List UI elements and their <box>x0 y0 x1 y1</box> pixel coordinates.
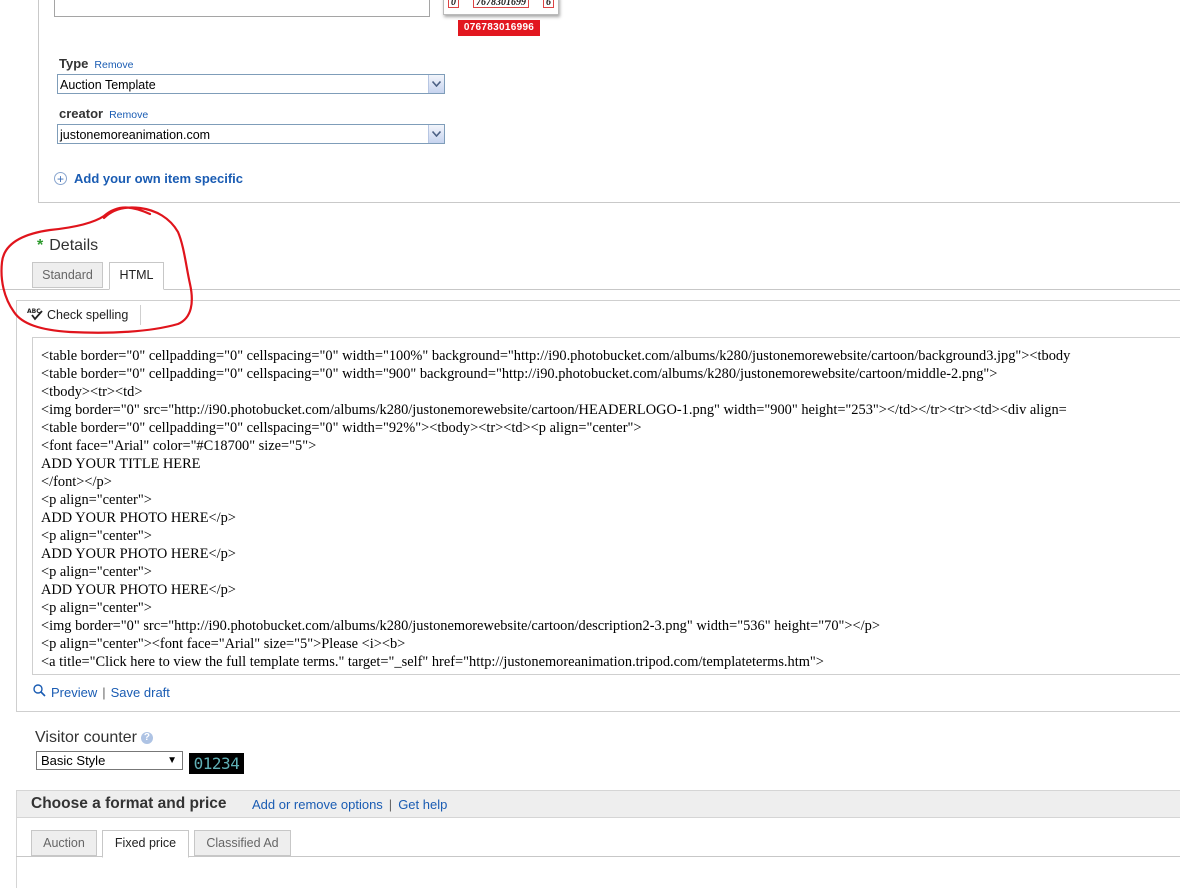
chevron-down-icon[interactable] <box>428 125 444 143</box>
code-line: <a title="Click here to view the full te… <box>41 654 824 670</box>
code-line: <p align="center"> <box>41 600 152 616</box>
plus-circle-icon: + <box>54 172 67 185</box>
barcode-image: 0 7678301699 6 <box>443 0 559 15</box>
code-line: </font></p> <box>41 474 112 490</box>
code-line: <p align="center"> <box>41 492 152 508</box>
creator-label-text: creator <box>59 106 104 121</box>
creator-field-label: creator Remove <box>59 106 148 121</box>
barcode-digits: 0 7678301699 6 <box>448 0 554 8</box>
type-remove-link[interactable]: Remove <box>94 59 133 71</box>
visitor-counter-label: Visitor counter <box>35 729 137 746</box>
annotation-circle <box>0 206 193 334</box>
type-field-label: Type Remove <box>59 56 134 71</box>
code-line: <table border="0" cellpadding="0" cellsp… <box>41 366 998 382</box>
dropdown-arrow-icon: ▼ <box>167 755 177 766</box>
separator: | <box>388 797 393 812</box>
creator-select-value: justonemoreanimation.com <box>60 128 211 142</box>
creator-select[interactable]: justonemoreanimation.com <box>57 124 445 144</box>
question-icon[interactable]: ? <box>140 732 153 744</box>
barcode-digit-middle: 7678301699 <box>473 0 529 8</box>
code-line: ADD YOUR PHOTO HERE</p> <box>41 582 236 598</box>
add-remove-options-link[interactable]: Add or remove options <box>252 797 383 812</box>
type-label-text: Type <box>59 56 89 71</box>
code-line: ADD YOUR PHOTO HERE</p> <box>41 546 236 562</box>
code-line: <table border="0" cellpadding="0" cellsp… <box>41 420 642 436</box>
code-line: <img border="0" src="http://i90.photobuc… <box>41 402 1067 418</box>
add-item-specific-link[interactable]: + Add your own item specific <box>54 171 243 186</box>
type-select-value: Auction Template <box>60 78 156 92</box>
visitor-counter-preview: 01234 <box>189 753 244 774</box>
format-section-body <box>16 818 1180 888</box>
save-draft-link[interactable]: Save draft <box>111 685 170 700</box>
creator-remove-link[interactable]: Remove <box>109 109 148 121</box>
add-item-specific-label: Add your own item specific <box>74 171 244 186</box>
format-section-title: Choose a format and price <box>31 795 227 812</box>
code-line: ADD YOUR PHOTO HERE</p> <box>41 510 236 526</box>
type-select[interactable]: Auction Template <box>57 74 445 94</box>
code-line: <table border="0" cellpadding="0" cellsp… <box>41 348 1071 364</box>
get-help-link[interactable]: Get help <box>398 797 447 812</box>
format-tab-baseline <box>16 856 1180 857</box>
chevron-down-icon[interactable] <box>428 75 444 93</box>
barcode-digit-first: 0 <box>448 0 459 8</box>
code-line: <img border="0" src="http://i90.photobuc… <box>41 618 880 634</box>
visitor-counter-value: Basic Style <box>41 753 106 768</box>
code-line: <p align="center"> <box>41 528 152 544</box>
code-line: ADD YOUR TITLE HERE <box>41 456 201 472</box>
separator: | <box>102 684 106 700</box>
visitor-counter-heading: Visitor counter ? <box>35 729 153 747</box>
code-line: <p align="center"> <box>41 564 152 580</box>
code-line: <tbody><tr><td> <box>41 384 143 400</box>
tab-fixed-price[interactable]: Fixed price <box>102 830 189 858</box>
tab-auction[interactable]: Auction <box>31 830 97 856</box>
code-line: <font face="Arial" color="#C18700" size=… <box>41 438 317 454</box>
preview-link[interactable]: Preview <box>51 685 97 700</box>
barcode-badge: 076783016996 <box>458 20 540 36</box>
html-code-textarea[interactable]: <table border="0" cellpadding="0" cellsp… <box>32 337 1180 675</box>
barcode-digit-last: 6 <box>543 0 554 8</box>
format-section-links: Add or remove options | Get help <box>252 797 447 812</box>
code-line: <p align="center"><font face="Arial" siz… <box>41 636 406 652</box>
visitor-counter-select[interactable]: Basic Style ▼ <box>36 751 183 770</box>
preview-row: Preview | Save draft <box>33 684 170 700</box>
magnifier-icon[interactable] <box>33 684 46 700</box>
tab-classified-ad[interactable]: Classified Ad <box>194 830 291 856</box>
item-specific-text-input[interactable] <box>54 0 430 17</box>
